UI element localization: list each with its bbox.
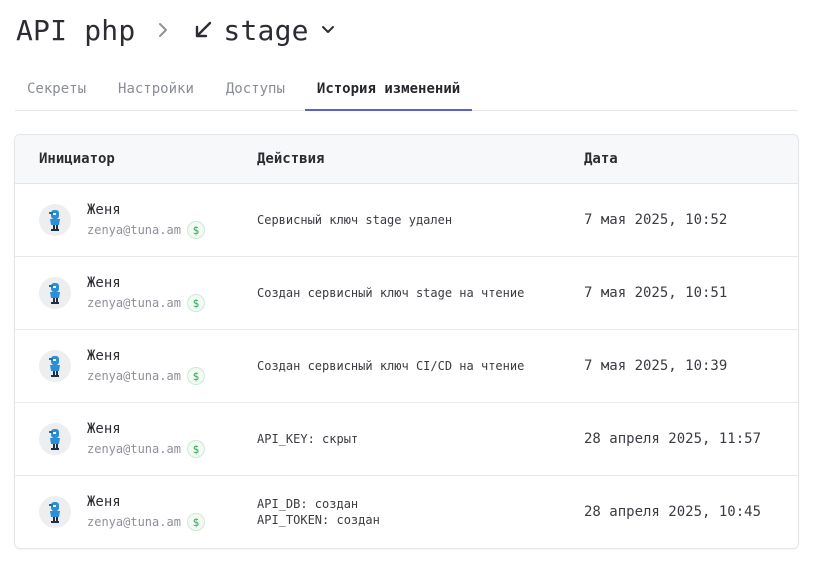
action-cell: Создан сервисный ключ stage на чтение	[257, 257, 524, 329]
tab-settings[interactable]: Настройки	[106, 67, 206, 110]
change-date: 28 апреля 2025, 10:45	[584, 504, 762, 520]
dollar-badge-icon: $	[186, 367, 205, 385]
action-cell: Сервисный ключ stage удален	[257, 184, 452, 256]
avatar	[39, 277, 71, 309]
date-cell: 7 мая 2025, 10:39	[584, 330, 727, 402]
date-cell: 28 апреля 2025, 10:45	[584, 476, 761, 548]
table-body: Женя zenya@tuna.am $ Сервисный ключ stag…	[15, 184, 798, 548]
change-date: 7 мая 2025, 10:51	[584, 285, 728, 301]
user-avatar-icon	[49, 502, 60, 523]
environment-name[interactable]: stage	[223, 14, 308, 47]
action-line: API_KEY: скрыт	[257, 432, 359, 446]
date-cell: 7 мая 2025, 10:52	[584, 184, 727, 256]
action-line: Создан сервисный ключ CI/CD на чтение	[257, 359, 525, 373]
initiator-name: Женя	[87, 348, 121, 364]
action-text: Создан сервисный ключ CI/CD на чтение	[257, 358, 524, 374]
initiator: Женя zenya@tuna.am $	[87, 275, 205, 312]
avatar	[39, 423, 71, 455]
dollar-badge-icon: $	[186, 513, 205, 531]
tab-access[interactable]: Доступы	[214, 67, 297, 110]
action-text: Сервисный ключ stage удален	[257, 212, 452, 228]
initiator: Женя zenya@tuna.am $	[87, 348, 205, 385]
initiator: Женя zenya@tuna.am $	[87, 202, 205, 239]
dollar-badge-icon: $	[186, 440, 205, 458]
table-row: Женя zenya@tuna.am $ Сервисный ключ stag…	[15, 184, 798, 257]
header-date: Дата	[584, 151, 618, 167]
action-line: API_DB: создан	[257, 497, 359, 511]
change-date: 28 апреля 2025, 11:57	[584, 431, 762, 447]
user-avatar-icon	[49, 356, 60, 377]
date-cell: 7 мая 2025, 10:51	[584, 257, 727, 329]
table-row: Женя zenya@tuna.am $ Создан сервисный кл…	[15, 330, 798, 403]
header-actions: Действия	[257, 151, 325, 167]
dollar-badge-icon: $	[186, 221, 205, 239]
initiator-name: Женя	[87, 275, 121, 291]
initiator-email: zenya@tuna.am	[87, 369, 181, 383]
avatar	[39, 496, 71, 528]
initiator-name: Женя	[87, 494, 121, 510]
action-cell: API_KEY: скрыт	[257, 403, 358, 475]
initiator-email: zenya@tuna.am	[87, 515, 181, 529]
table-row: Женя zenya@tuna.am $ API_KEY: скрыт 28 а…	[15, 403, 798, 476]
tab-secrets[interactable]: Секреты	[15, 67, 98, 110]
initiator-email: zenya@tuna.am	[87, 296, 181, 310]
user-avatar-icon	[49, 210, 60, 231]
initiator-name: Женя	[87, 421, 121, 437]
user-avatar-icon	[49, 429, 60, 450]
header-initiator: Инициатор	[39, 151, 115, 167]
tab-bar: Секреты Настройки Доступы История измене…	[15, 67, 798, 111]
table-row: Женя zenya@tuna.am $ API_DB: создан API_T…	[15, 476, 798, 548]
action-text: API_KEY: скрыт	[257, 431, 358, 447]
project-name[interactable]: API php	[16, 14, 135, 47]
chevron-right-icon	[149, 21, 177, 39]
history-table: Инициатор Действия Дата Женя zenya@tuna.…	[14, 134, 799, 549]
date-cell: 28 апреля 2025, 11:57	[584, 403, 761, 475]
initiator-email: zenya@tuna.am	[87, 442, 181, 456]
table-row: Женя zenya@tuna.am $ Создан сервисный кл…	[15, 257, 798, 330]
chevron-down-icon[interactable]	[321, 25, 335, 35]
breadcrumb: API php stage	[16, 10, 335, 50]
initiator-email: zenya@tuna.am	[87, 223, 181, 237]
tab-history[interactable]: История изменений	[304, 67, 473, 111]
user-avatar-icon	[49, 283, 60, 304]
table-header: Инициатор Действия Дата	[15, 135, 798, 184]
change-date: 7 мая 2025, 10:52	[584, 212, 728, 228]
action-line: API_TOKEN: создан	[257, 513, 380, 527]
dollar-badge-icon: $	[186, 294, 205, 312]
avatar	[39, 350, 71, 382]
action-text: API_DB: создан API_TOKEN: создан	[257, 496, 380, 528]
initiator-name: Женя	[87, 202, 121, 218]
action-text: Создан сервисный ключ stage на чтение	[257, 285, 524, 301]
action-line: Сервисный ключ stage удален	[257, 213, 453, 227]
action-cell: API_DB: создан API_TOKEN: создан	[257, 476, 380, 548]
change-date: 7 мая 2025, 10:39	[584, 358, 728, 374]
action-line: Создан сервисный ключ stage на чтение	[257, 286, 525, 300]
initiator: Женя zenya@tuna.am $	[87, 494, 205, 531]
initiator: Женя zenya@tuna.am $	[87, 421, 205, 458]
arrow-down-left-icon	[189, 19, 217, 41]
action-cell: Создан сервисный ключ CI/CD на чтение	[257, 330, 524, 402]
avatar	[39, 204, 71, 236]
